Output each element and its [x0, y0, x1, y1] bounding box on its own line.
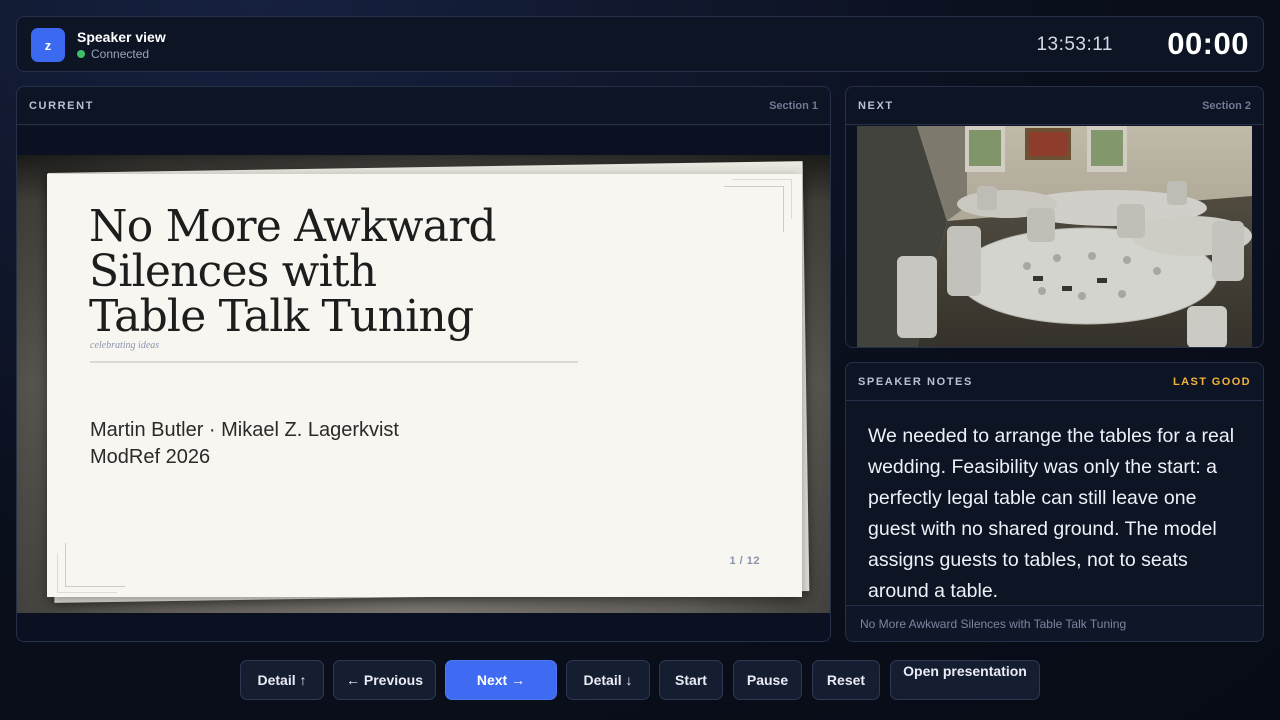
- presentation-title: No More Awkward Silences with Table Talk…: [860, 617, 1127, 631]
- previous-button[interactable]: ← Previous: [333, 660, 436, 700]
- pause-button[interactable]: Pause: [733, 660, 802, 700]
- slide-authors: Martin Butler · Mikael Z. Lagerkvist: [90, 419, 399, 441]
- reset-button[interactable]: Reset: [812, 660, 880, 700]
- next-pane-header: NEXT Section 2: [846, 87, 1263, 125]
- slide-divider: [90, 361, 578, 363]
- notes-label: SPEAKER NOTES: [858, 376, 973, 388]
- current-pane-header: CURRENT Section 1: [17, 87, 830, 125]
- speaker-notes-text: We needed to arrange the tables for a re…: [868, 425, 1235, 602]
- slide-venue: ModRef 2026: [90, 446, 211, 468]
- app-title: Speaker view: [77, 29, 166, 45]
- open-presentation-button[interactable]: Open presentation: [890, 660, 1040, 700]
- connection-status-text: Connected: [91, 47, 150, 61]
- slide-page-number: 1 / 12: [729, 555, 760, 567]
- next-slide-stage: [846, 126, 1263, 347]
- next-slide-pane: NEXT Section 2: [845, 86, 1264, 348]
- clock: 13:53:11: [1036, 34, 1113, 55]
- detail-up-button[interactable]: Detail ↑: [240, 660, 324, 700]
- next-section: Section 2: [1202, 100, 1251, 112]
- corner-ornament: [65, 543, 125, 587]
- slide-tagline: celebrating ideas: [90, 340, 160, 351]
- top-bar: z Speaker view Connected 13:53:11 00:00: [16, 16, 1264, 72]
- notes-pane-header: SPEAKER NOTES LAST GOOD: [846, 363, 1263, 401]
- notes-status-badge: LAST GOOD: [1173, 376, 1251, 388]
- current-slide-stage: No More Awkward Silences with Table Talk…: [17, 126, 830, 641]
- current-slide: No More Awkward Silences with Table Talk…: [47, 174, 802, 597]
- app-logo: z: [31, 28, 65, 62]
- current-label: CURRENT: [29, 100, 94, 112]
- speaker-notes-pane: SPEAKER NOTES LAST GOOD We needed to arr…: [845, 362, 1264, 642]
- notes-footer: No More Awkward Silences with Table Talk…: [846, 605, 1263, 641]
- current-slide-pane: CURRENT Section 1 No More Awkward Silenc…: [16, 86, 831, 642]
- next-button[interactable]: Next →: [445, 660, 557, 700]
- start-button[interactable]: Start: [659, 660, 723, 700]
- next-slide-preview: [857, 126, 1252, 347]
- next-label: NEXT: [858, 100, 894, 112]
- status-dot-icon: [77, 50, 85, 58]
- connection-status: Connected: [77, 47, 149, 61]
- detail-down-button[interactable]: Detail ↓: [566, 660, 650, 700]
- slide-title: No More Awkward Silences with Table Talk…: [89, 201, 497, 342]
- corner-ornament: [724, 186, 784, 232]
- current-section: Section 1: [769, 100, 818, 112]
- app-logo-letter: z: [44, 37, 52, 53]
- elapsed-timer: 00:00: [1167, 26, 1249, 61]
